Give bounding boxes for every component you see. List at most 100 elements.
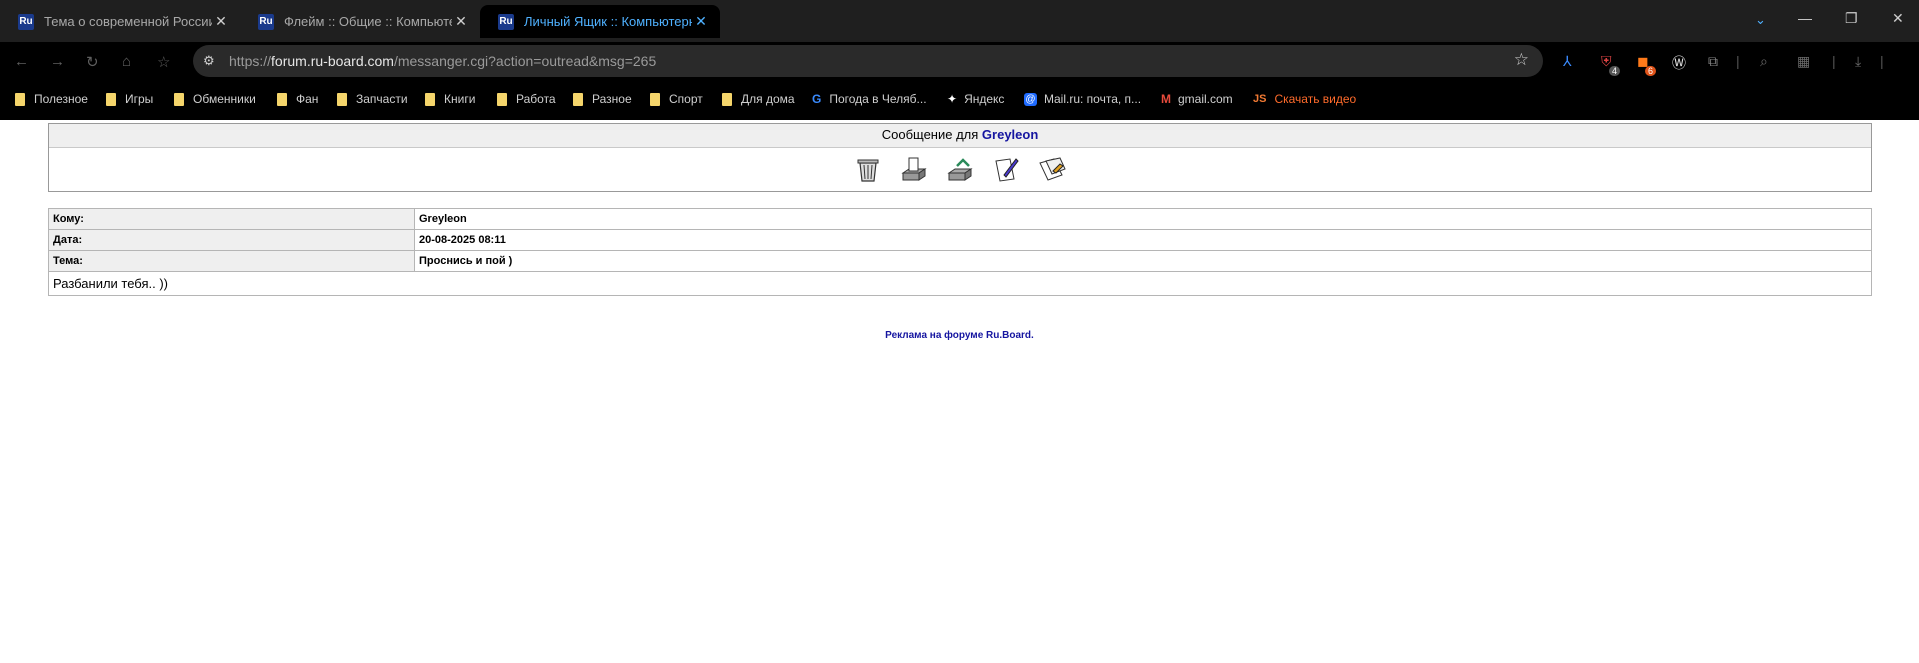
to-label: Кому: — [48, 208, 415, 230]
table-row: Разбанили тебя.. )) — [48, 271, 1872, 296]
compose-pencil-icon[interactable] — [992, 155, 1020, 183]
to-value: Greyleon — [414, 208, 1872, 230]
subject-value: Проснись и пой ) — [414, 250, 1872, 272]
bookmark-page-star-icon[interactable]: ☆ — [1514, 50, 1529, 70]
search-icon[interactable]: ⌕ — [1760, 53, 1768, 70]
bookmark-label: Mail.ru: почта, п... — [1044, 92, 1142, 106]
folder-icon — [425, 92, 435, 106]
folder-icon — [722, 92, 732, 106]
js-icon: JS — [1253, 93, 1267, 105]
folder-icon — [277, 92, 287, 106]
tab-1[interactable]: Ru Тема о современной России - ✕ — [0, 5, 240, 38]
message-header-box: Сообщение для Greyleon — [48, 123, 1872, 192]
bookmark-link[interactable]: G Погода в Челяб... — [812, 92, 927, 106]
browser-toolbar: ← → ↻ ⌂ ☆ ⚙ https://forum.ru-board.com/m… — [0, 42, 1919, 80]
extensions-puzzle-icon[interactable]: ⧉ — [1708, 53, 1718, 70]
ru-board-favicon-icon: Ru — [498, 13, 514, 30]
site-settings-icon[interactable]: ⚙ — [203, 53, 215, 69]
header-prefix: Сообщение для — [881, 127, 979, 142]
bookmark-label: Спорт — [669, 92, 703, 106]
qr-code-icon[interactable]: ▦ — [1797, 53, 1810, 70]
folder-icon — [106, 92, 116, 106]
table-row: Тема: Проснись и пой ) — [48, 250, 1872, 272]
bookmark-folder[interactable]: Книги — [425, 92, 475, 106]
bookmark-label: Яндекс — [964, 92, 1005, 106]
advertising-link[interactable]: Реклама на форуме Ru.Board. — [885, 330, 1034, 341]
bookmark-folder[interactable]: Для дома — [722, 92, 795, 106]
forward-icon[interactable]: → — [50, 53, 65, 70]
message-body: Разбанили тебя.. )) — [48, 271, 1872, 296]
tab-3-active[interactable]: Ru Личный Ящик :: Компьютерны ✕ — [480, 5, 720, 38]
tab-2[interactable]: Ru Флейм :: Общие :: Компьютерн ✕ — [240, 5, 480, 38]
restore-icon[interactable]: ❐ — [1845, 10, 1858, 27]
bookmark-star-icon[interactable]: ☆ — [157, 53, 170, 71]
address-bar[interactable]: ⚙ https://forum.ru-board.com/messanger.c… — [193, 45, 1543, 77]
url-text[interactable]: https://forum.ru-board.com/messanger.cgi… — [229, 53, 656, 69]
tab-title: Личный Ящик :: Компьютерны — [524, 14, 692, 29]
bookmark-folder[interactable]: Фан — [277, 92, 318, 106]
subject-label: Тема: — [48, 250, 415, 272]
bookmark-folder[interactable]: Работа — [497, 92, 556, 106]
mail-at-icon: @ — [1024, 92, 1037, 106]
folder-icon — [650, 92, 660, 106]
home-icon[interactable]: ⌂ — [122, 53, 131, 70]
bookmark-label: Погода в Челяб... — [829, 92, 927, 106]
bookmark-link[interactable]: JS Скачать видео — [1253, 92, 1356, 106]
bookmark-label: Книги — [444, 92, 476, 106]
bookmark-link[interactable]: Mgmail.com — [1161, 92, 1233, 106]
bookmark-folder[interactable]: Игры — [106, 92, 153, 106]
table-row: Дата: 20-08-2025 08:11 — [48, 229, 1872, 251]
close-icon[interactable]: ✕ — [692, 13, 710, 30]
recipient-link[interactable]: Greyleon — [982, 127, 1038, 142]
close-icon[interactable]: ✕ — [452, 13, 470, 30]
inbox-tray-icon[interactable] — [900, 155, 928, 183]
bookmark-folder[interactable]: Запчасти — [337, 92, 408, 106]
reload-icon[interactable]: ↻ — [86, 53, 99, 71]
bookmark-link[interactable]: @ Mail.ru: почта, п... — [1024, 92, 1141, 106]
gmail-icon: M — [1161, 92, 1171, 106]
extension-w-icon[interactable]: Ⓦ — [1672, 53, 1686, 73]
bookmark-folder[interactable]: Полезное — [15, 92, 88, 106]
close-icon[interactable]: ✕ — [212, 13, 230, 30]
bookmark-label: Полезное — [34, 92, 88, 106]
tab-search-chevron-icon[interactable]: ⌄ — [1755, 12, 1766, 28]
ru-board-favicon-icon: Ru — [18, 13, 34, 30]
google-icon: G — [812, 92, 822, 106]
bookmarks-bar: Полезное Игры Обменники Фан Запчасти Кни… — [0, 80, 1919, 120]
bookmark-label: Разное — [592, 92, 632, 106]
extension-cross-icon[interactable]: ⅄ — [1563, 53, 1572, 70]
bookmark-label: Скачать видео — [1274, 92, 1357, 106]
bookmark-label: Запчасти — [356, 92, 408, 106]
bookmark-folder[interactable]: Обменники — [174, 92, 256, 106]
page-content: Сообщение для Greyleon Кому: Greyleon Да… — [0, 120, 1919, 663]
bookmark-folder[interactable]: Спорт — [650, 92, 703, 106]
minimize-icon[interactable]: — — [1798, 10, 1812, 26]
folder-icon — [15, 92, 25, 106]
table-row: Кому: Greyleon — [48, 208, 1872, 230]
tab-strip: Ru Тема о современной России - ✕ Ru Флей… — [0, 0, 1919, 42]
date-value: 20-08-2025 08:11 — [414, 229, 1872, 251]
toolbar-separator: | — [1880, 53, 1884, 69]
message-details-table: Кому: Greyleon Дата: 20-08-2025 08:11 Те… — [48, 208, 1872, 296]
bookmark-folder[interactable]: Разное — [573, 92, 632, 106]
folder-icon — [497, 92, 507, 106]
bookmark-label: Обменники — [193, 92, 256, 106]
message-actions — [49, 155, 1871, 183]
folder-icon — [573, 92, 583, 106]
bookmark-label: Фан — [296, 92, 319, 106]
download-icon[interactable]: ⤓ — [1855, 53, 1861, 70]
trash-icon[interactable] — [854, 155, 882, 183]
message-header: Сообщение для Greyleon — [49, 124, 1871, 148]
tab-title: Тема о современной России - — [44, 14, 212, 29]
outbox-tray-icon[interactable] — [946, 155, 974, 183]
close-window-icon[interactable]: ✕ — [1892, 10, 1904, 27]
tab-title: Флейм :: Общие :: Компьютерн — [284, 14, 452, 29]
footer: Реклама на форуме Ru.Board. — [0, 330, 1919, 341]
ru-board-favicon-icon: Ru — [258, 13, 274, 30]
reply-letter-icon[interactable] — [1038, 155, 1066, 183]
toolbar-separator: | — [1832, 53, 1836, 69]
extension-badge: 4 — [1609, 66, 1621, 76]
back-icon[interactable]: ← — [14, 53, 29, 70]
folder-icon — [174, 92, 184, 106]
bookmark-link[interactable]: ✦ Яндекс — [947, 92, 1004, 106]
